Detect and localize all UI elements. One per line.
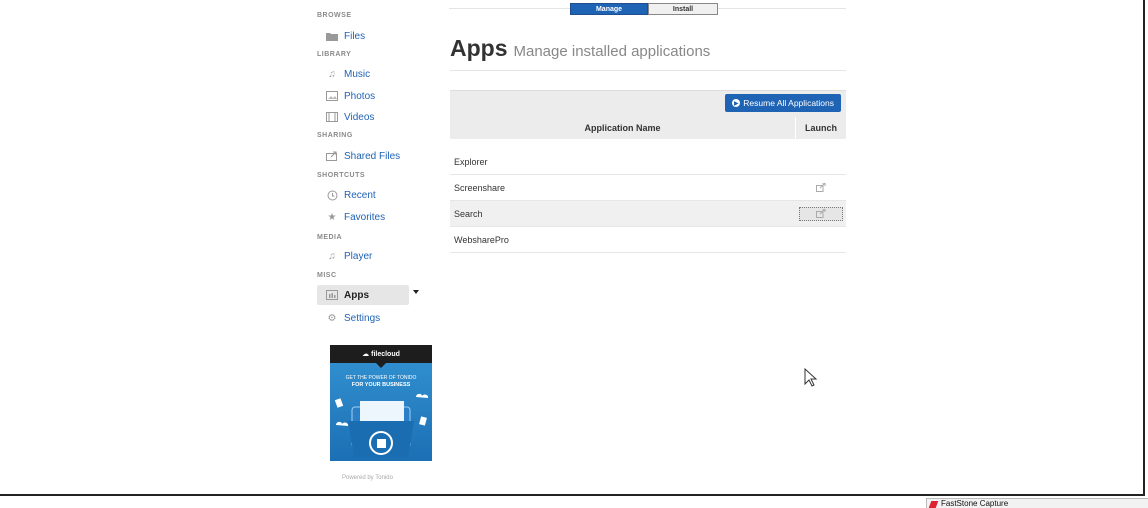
sidebar-item-photos[interactable]: Photos: [314, 86, 375, 106]
promo-brand: ☁ filecloud: [330, 345, 432, 363]
sidebar-item-label: Photos: [344, 90, 376, 102]
share-icon: [325, 150, 339, 162]
sidebar-item-label: Settings: [344, 312, 381, 324]
sidebar-item-label: Music: [344, 68, 371, 80]
tab-manage[interactable]: Manage: [570, 3, 648, 15]
external-link-icon: [816, 209, 826, 218]
table-toolbar: ▶ Resume All Applications: [450, 90, 846, 117]
app-name: Explorer: [454, 156, 488, 167]
sidebar-item-apps[interactable]: Apps: [317, 285, 409, 305]
table-row[interactable]: Explorer: [450, 149, 846, 175]
column-header-launch[interactable]: Launch: [795, 117, 846, 139]
sidebar-item-music[interactable]: ♫ Music: [314, 64, 370, 84]
sidebar-item-label: Files: [344, 30, 366, 42]
page-subtitle: Manage installed applications: [513, 43, 711, 60]
column-header-name[interactable]: Application Name: [450, 117, 795, 139]
tab-bar: Manage Install: [570, 3, 718, 15]
section-shortcuts: SHORTCUTS: [317, 172, 366, 179]
taskbar-item[interactable]: FastStone Capture: [926, 498, 1148, 508]
star-icon: ★: [327, 211, 337, 223]
section-library: LIBRARY: [317, 51, 352, 58]
promo-banner[interactable]: ☁ filecloud GET THE POWER OF TONIDO FOR …: [330, 345, 432, 461]
promo-line2: FOR YOUR BUSINESS: [351, 382, 411, 388]
powered-by[interactable]: Powered by Tonido: [342, 475, 393, 481]
sidebar-item-favorites[interactable]: ★ Favorites: [314, 207, 386, 227]
play-icon: ▶: [732, 99, 741, 107]
launch-button[interactable]: [800, 182, 842, 194]
table-header: Application Name Launch: [450, 117, 846, 139]
app-name: Search: [454, 208, 483, 219]
launch-cell: [796, 182, 846, 194]
sidebar-item-label: Recent: [344, 189, 376, 201]
tab-install[interactable]: Install: [648, 3, 718, 15]
sidebar-item-settings[interactable]: ⚙ Settings: [314, 308, 381, 328]
sidebar-item-recent[interactable]: Recent: [314, 185, 376, 205]
taskbar-item-label: FastStone Capture: [941, 499, 1009, 508]
promo-text: GET THE POWER OF TONIDO FOR YOUR BUSINES…: [330, 375, 432, 389]
section-browse: BROWSE: [317, 12, 352, 19]
gear-icon: ⚙: [327, 312, 337, 324]
mouse-cursor-icon: [804, 368, 818, 387]
table-row[interactable]: Search: [450, 201, 846, 227]
page-title: Apps: [450, 35, 508, 61]
app-name: WebsharePro: [454, 234, 509, 245]
promo-brand-text: filecloud: [371, 350, 400, 358]
photo-icon: [325, 90, 339, 102]
section-misc: MISC: [317, 272, 337, 279]
sidebar-item-files[interactable]: Files: [314, 26, 365, 46]
music-note-icon: ♫: [328, 250, 336, 262]
page-header: Apps Manage installed applications: [450, 35, 710, 62]
music-note-icon: ♫: [328, 68, 336, 80]
launch-button[interactable]: [799, 206, 843, 221]
sidebar-item-player[interactable]: ♫ Player: [314, 246, 372, 266]
sidebar-item-label: Apps: [344, 289, 369, 301]
sidebar-item-label: Videos: [344, 111, 375, 123]
external-link-icon: [816, 183, 826, 192]
film-icon: [325, 111, 339, 123]
promo-notch: [376, 363, 386, 368]
sidebar-item-videos[interactable]: Videos: [314, 107, 374, 127]
section-media: MEDIA: [317, 234, 343, 241]
promo-line1: GET THE POWER OF TONIDO: [345, 375, 417, 381]
cloud-folder-illustration: [334, 393, 429, 457]
resume-all-label: Resume All Applications: [743, 98, 834, 108]
chevron-down-icon[interactable]: [413, 290, 419, 294]
header-divider: [450, 70, 846, 71]
sidebar-item-label: Favorites: [344, 211, 386, 223]
launch-cell: [796, 206, 846, 221]
sidebar-item-label: Player: [344, 250, 373, 262]
sidebar-item-shared-files[interactable]: Shared Files: [314, 146, 400, 166]
table-row[interactable]: Screenshare: [450, 175, 846, 201]
cloud-logo-icon: ☁: [362, 351, 370, 358]
folder-icon: [325, 30, 339, 42]
section-sharing: SHARING: [317, 132, 353, 139]
app-name: Screenshare: [454, 182, 506, 193]
sidebar-item-label: Shared Files: [344, 150, 401, 162]
clock-icon: [325, 189, 339, 201]
resume-all-button[interactable]: ▶ Resume All Applications: [725, 94, 841, 112]
faststone-icon: [928, 501, 939, 508]
apps-icon: [325, 289, 339, 301]
table-row[interactable]: WebsharePro: [450, 227, 846, 253]
